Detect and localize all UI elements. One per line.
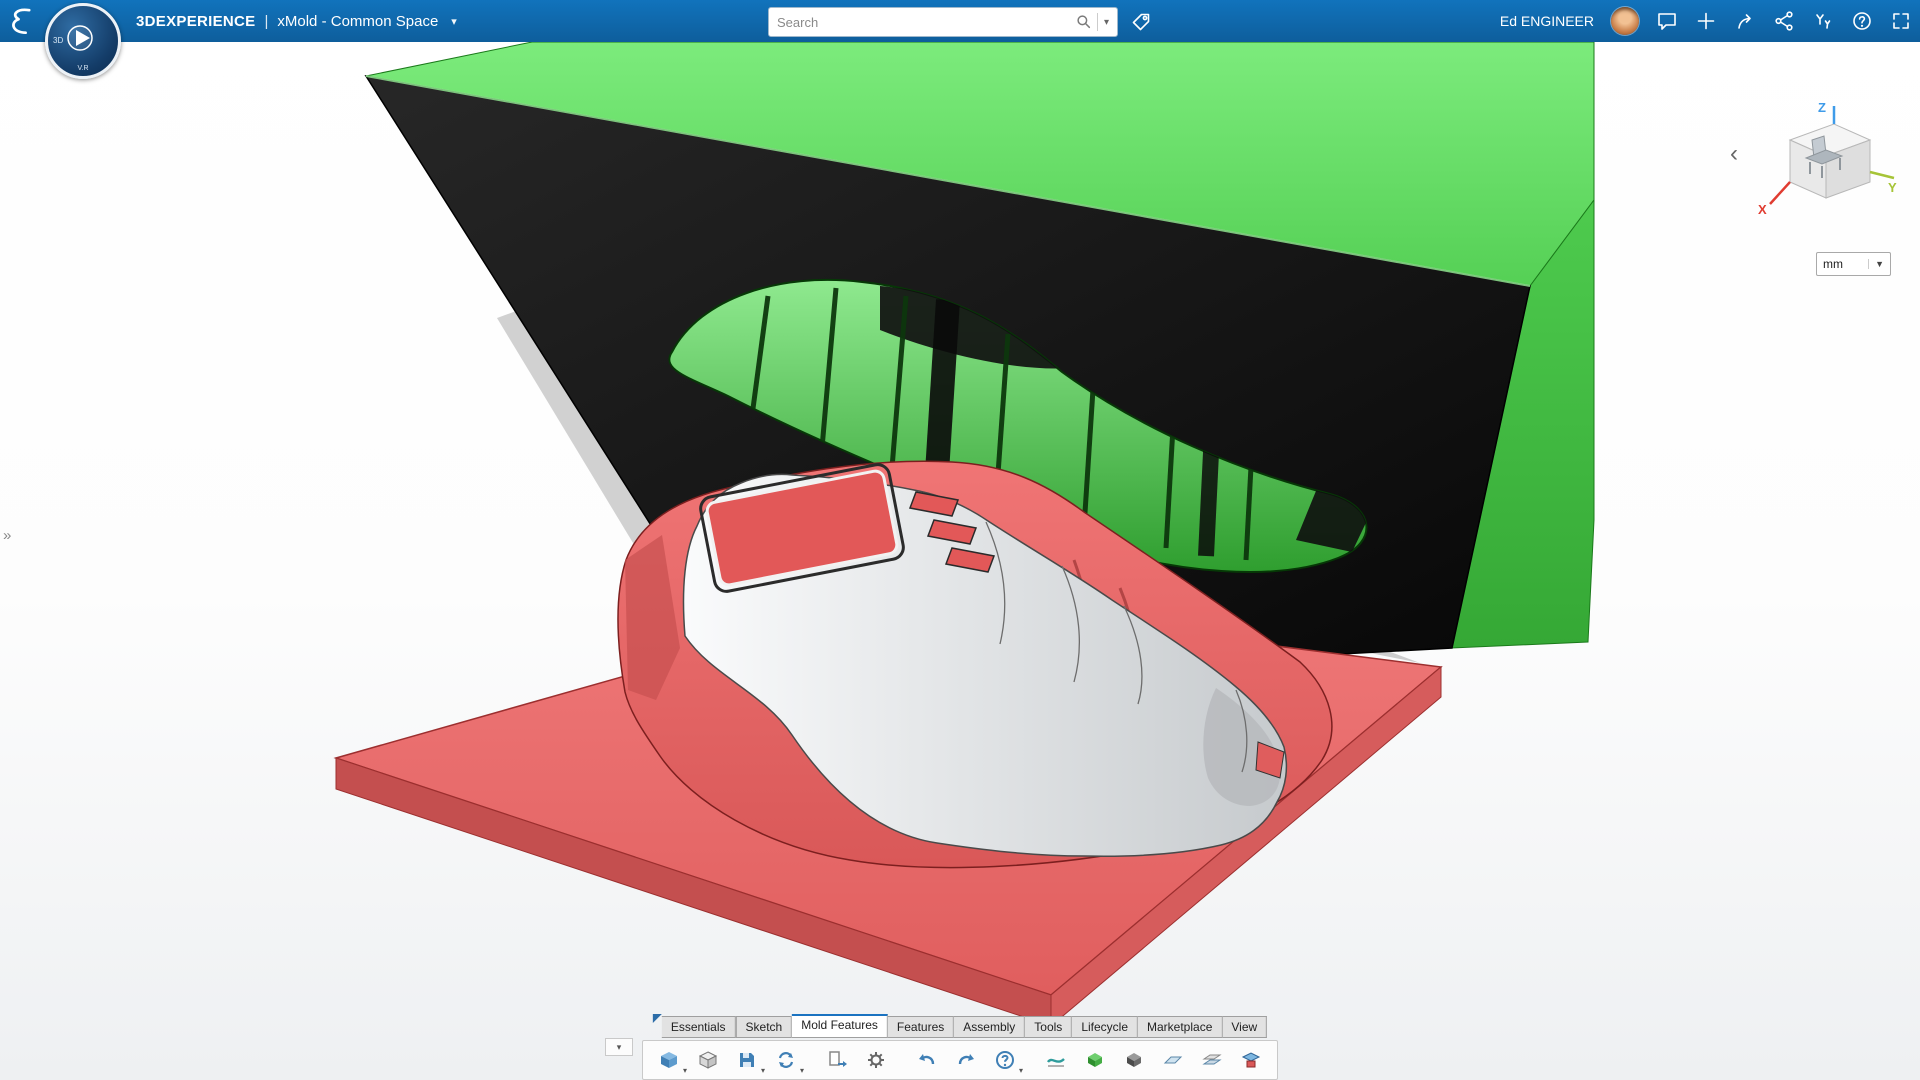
tool-button-save[interactable]: ▾ xyxy=(729,1044,765,1076)
panel-back-chevron-icon[interactable]: ‹ xyxy=(1730,140,1738,168)
units-value: mm xyxy=(1823,257,1843,271)
tool-button-box[interactable] xyxy=(690,1044,726,1076)
parting-surface-icon xyxy=(1047,1058,1065,1067)
tab-tools[interactable]: Tools xyxy=(1025,1016,1073,1038)
share-network-icon[interactable] xyxy=(1773,10,1795,32)
tool-button-surface[interactable] xyxy=(1155,1044,1191,1076)
add-icon[interactable] xyxy=(1695,10,1717,32)
view-orientation-cube[interactable]: Z X Y xyxy=(1742,98,1902,238)
dropdown-caret-icon[interactable]: ▾ xyxy=(683,1067,687,1075)
dropdown-caret-icon[interactable]: ▾ xyxy=(800,1067,804,1075)
search-input[interactable] xyxy=(769,14,1075,30)
tool-button-help[interactable]: ▾ xyxy=(987,1044,1023,1076)
tool-button-settings[interactable] xyxy=(858,1044,894,1076)
action-bar-toolbar: ▾ ▾ ▾ ▾ ▾ xyxy=(605,1038,1278,1080)
part-icon xyxy=(661,1052,677,1068)
axis-z-label: Z xyxy=(1818,100,1826,115)
app-title[interactable]: xMold - Common Space xyxy=(277,13,438,30)
user-name[interactable]: Ed ENGINEER xyxy=(1500,13,1594,29)
units-select[interactable]: mm ▼ xyxy=(1816,252,1891,276)
chat-icon[interactable] xyxy=(1656,10,1678,32)
dropdown-caret-icon[interactable]: ▾ xyxy=(1019,1067,1023,1075)
dropdown-caret-icon[interactable]: ▾ xyxy=(761,1067,765,1075)
tool-button-cavity-block[interactable] xyxy=(1077,1044,1113,1076)
tab-assembly[interactable]: Assembly xyxy=(954,1016,1026,1038)
tool-button-redo[interactable] xyxy=(948,1044,984,1076)
axis-x-label: X xyxy=(1758,202,1767,217)
redo-icon xyxy=(958,1054,974,1065)
compass-3d-label[interactable]: 3D xyxy=(53,36,63,45)
tool-button-undo[interactable] xyxy=(909,1044,945,1076)
units-caret-icon[interactable]: ▼ xyxy=(1868,259,1884,269)
help-icon[interactable] xyxy=(1851,10,1873,32)
brand-separator: | xyxy=(264,12,269,30)
tool-button-parting-surface[interactable] xyxy=(1038,1044,1074,1076)
search-options-caret-icon[interactable]: ▾ xyxy=(1102,17,1117,28)
search-box: ▾ xyxy=(768,7,1118,37)
tab-view[interactable]: View xyxy=(1222,1016,1268,1038)
undo-icon xyxy=(919,1054,935,1065)
tool-button-sync[interactable]: ▾ xyxy=(768,1044,804,1076)
user-avatar[interactable] xyxy=(1611,7,1639,35)
top-bar: 3DEXPERIENCE | xMold - Common Space ▾ ▾ … xyxy=(0,0,1920,42)
sync-icon xyxy=(778,1052,794,1068)
export-icon xyxy=(829,1051,847,1067)
brand-label: 3DEXPERIENCE xyxy=(136,12,256,30)
tab-features[interactable]: Features xyxy=(887,1016,955,1038)
share-icon[interactable] xyxy=(1734,10,1756,32)
surface-icon xyxy=(1163,1056,1183,1064)
fullscreen-icon[interactable] xyxy=(1890,10,1912,32)
tab-essentials[interactable]: Essentials xyxy=(661,1016,736,1038)
viewport-3d[interactable] xyxy=(0,0,1920,1080)
swym-icon[interactable] xyxy=(1812,10,1834,32)
tab-sketch[interactable]: Sketch xyxy=(735,1016,793,1038)
axis-y-label: Y xyxy=(1888,180,1897,195)
tab-lifecycle[interactable]: Lifecycle xyxy=(1072,1016,1138,1038)
tool-button-mold-base[interactable] xyxy=(1233,1044,1269,1076)
3ds-logo-icon[interactable] xyxy=(0,0,44,42)
action-bar-tabs: Essentials Sketch Mold Features Features… xyxy=(652,1014,1268,1038)
box-icon xyxy=(698,1051,718,1069)
tool-button-part[interactable]: ▾ xyxy=(651,1044,687,1076)
search-icon[interactable] xyxy=(1075,13,1093,31)
app-menu-caret-icon[interactable]: ▾ xyxy=(451,15,457,28)
toolbar-collapse-button[interactable]: ▾ xyxy=(605,1038,633,1056)
tab-fold-marker xyxy=(652,1014,662,1023)
tool-button-export[interactable] xyxy=(819,1044,855,1076)
compass-vr-label[interactable]: V.R xyxy=(77,65,88,72)
settings-gear-icon xyxy=(868,1052,884,1068)
save-icon xyxy=(740,1053,754,1067)
tab-mold-features[interactable]: Mold Features xyxy=(792,1014,888,1038)
search-divider xyxy=(1096,13,1098,31)
left-panel-expand-icon[interactable]: » xyxy=(3,527,11,544)
compass-widget[interactable]: 3D V.R xyxy=(45,3,121,79)
tab-marketplace[interactable]: Marketplace xyxy=(1138,1016,1223,1038)
toolbar-help-icon xyxy=(996,1051,1014,1069)
cavity-block-icon xyxy=(1088,1053,1102,1067)
tool-button-core-block[interactable] xyxy=(1116,1044,1152,1076)
core-block-icon xyxy=(1127,1053,1141,1067)
plates-icon xyxy=(1202,1054,1222,1065)
tag-icon[interactable] xyxy=(1130,11,1152,33)
tool-button-plates[interactable] xyxy=(1194,1044,1230,1076)
mold-base-icon xyxy=(1241,1052,1261,1068)
